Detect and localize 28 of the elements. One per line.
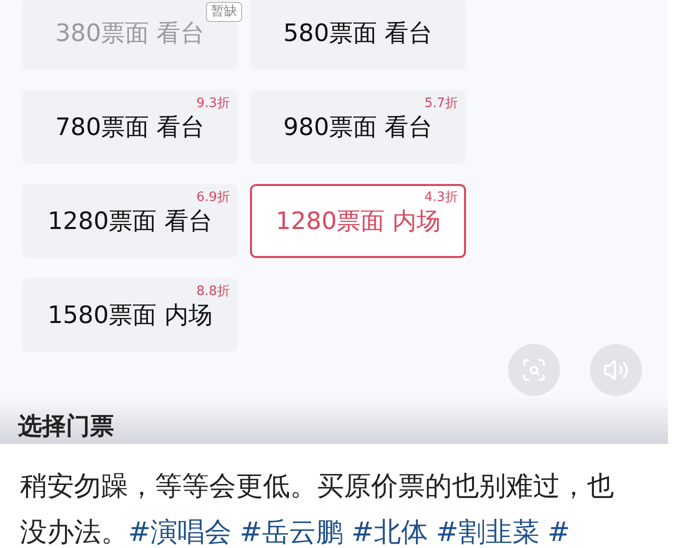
hashtag-link[interactable]: #演唱会	[128, 517, 232, 548]
ticket-option[interactable]: 6.9折 1280票面 看台	[22, 184, 238, 258]
ticket-label: 380票面 看台	[55, 18, 205, 49]
ticket-option[interactable]: 4.3折 1280票面 内场	[250, 184, 466, 258]
post-text: 稍安勿躁，等等会更低。买原价票的也别难过，也没办法。#演唱会 #岳云鹏 #北体 #割韭菜 #	[19, 470, 615, 548]
ticket-label: 1580票面 内场	[48, 300, 212, 331]
ticket-label: 580票面 看台	[283, 18, 433, 49]
discount-label: 9.3折	[196, 96, 230, 112]
hashtag-link[interactable]: #岳云鹏	[240, 517, 344, 548]
ticket-option[interactable]: 5.7折 980票面 看台	[250, 90, 466, 164]
ticket-option[interactable]: 580票面 看台	[250, 0, 466, 70]
discount-label: 5.7折	[424, 96, 458, 112]
sold-out-badge: 暂缺	[206, 2, 242, 22]
hashtag-link[interactable]: #北体	[351, 517, 428, 548]
speaker-icon	[603, 357, 629, 383]
ticket-option[interactable]: 9.3折 780票面 看台	[22, 90, 238, 164]
discount-label: 8.8折	[196, 284, 230, 300]
ticket-label: 1280票面 看台	[48, 206, 212, 237]
discount-label: 4.3折	[424, 190, 458, 206]
hashtag-link[interactable]: #割韭菜	[436, 517, 540, 548]
hashtag-link[interactable]: #	[548, 517, 570, 548]
ticket-label: 1280票面 内场	[276, 206, 440, 237]
section-title: 选择门票	[18, 411, 114, 442]
ticket-option[interactable]: 8.8折 1580票面 内场	[22, 278, 238, 352]
ticket-label: 980票面 看台	[283, 112, 433, 143]
ticket-label: 780票面 看台	[55, 112, 205, 143]
scan-icon	[521, 357, 547, 383]
discount-label: 6.9折	[196, 190, 230, 206]
